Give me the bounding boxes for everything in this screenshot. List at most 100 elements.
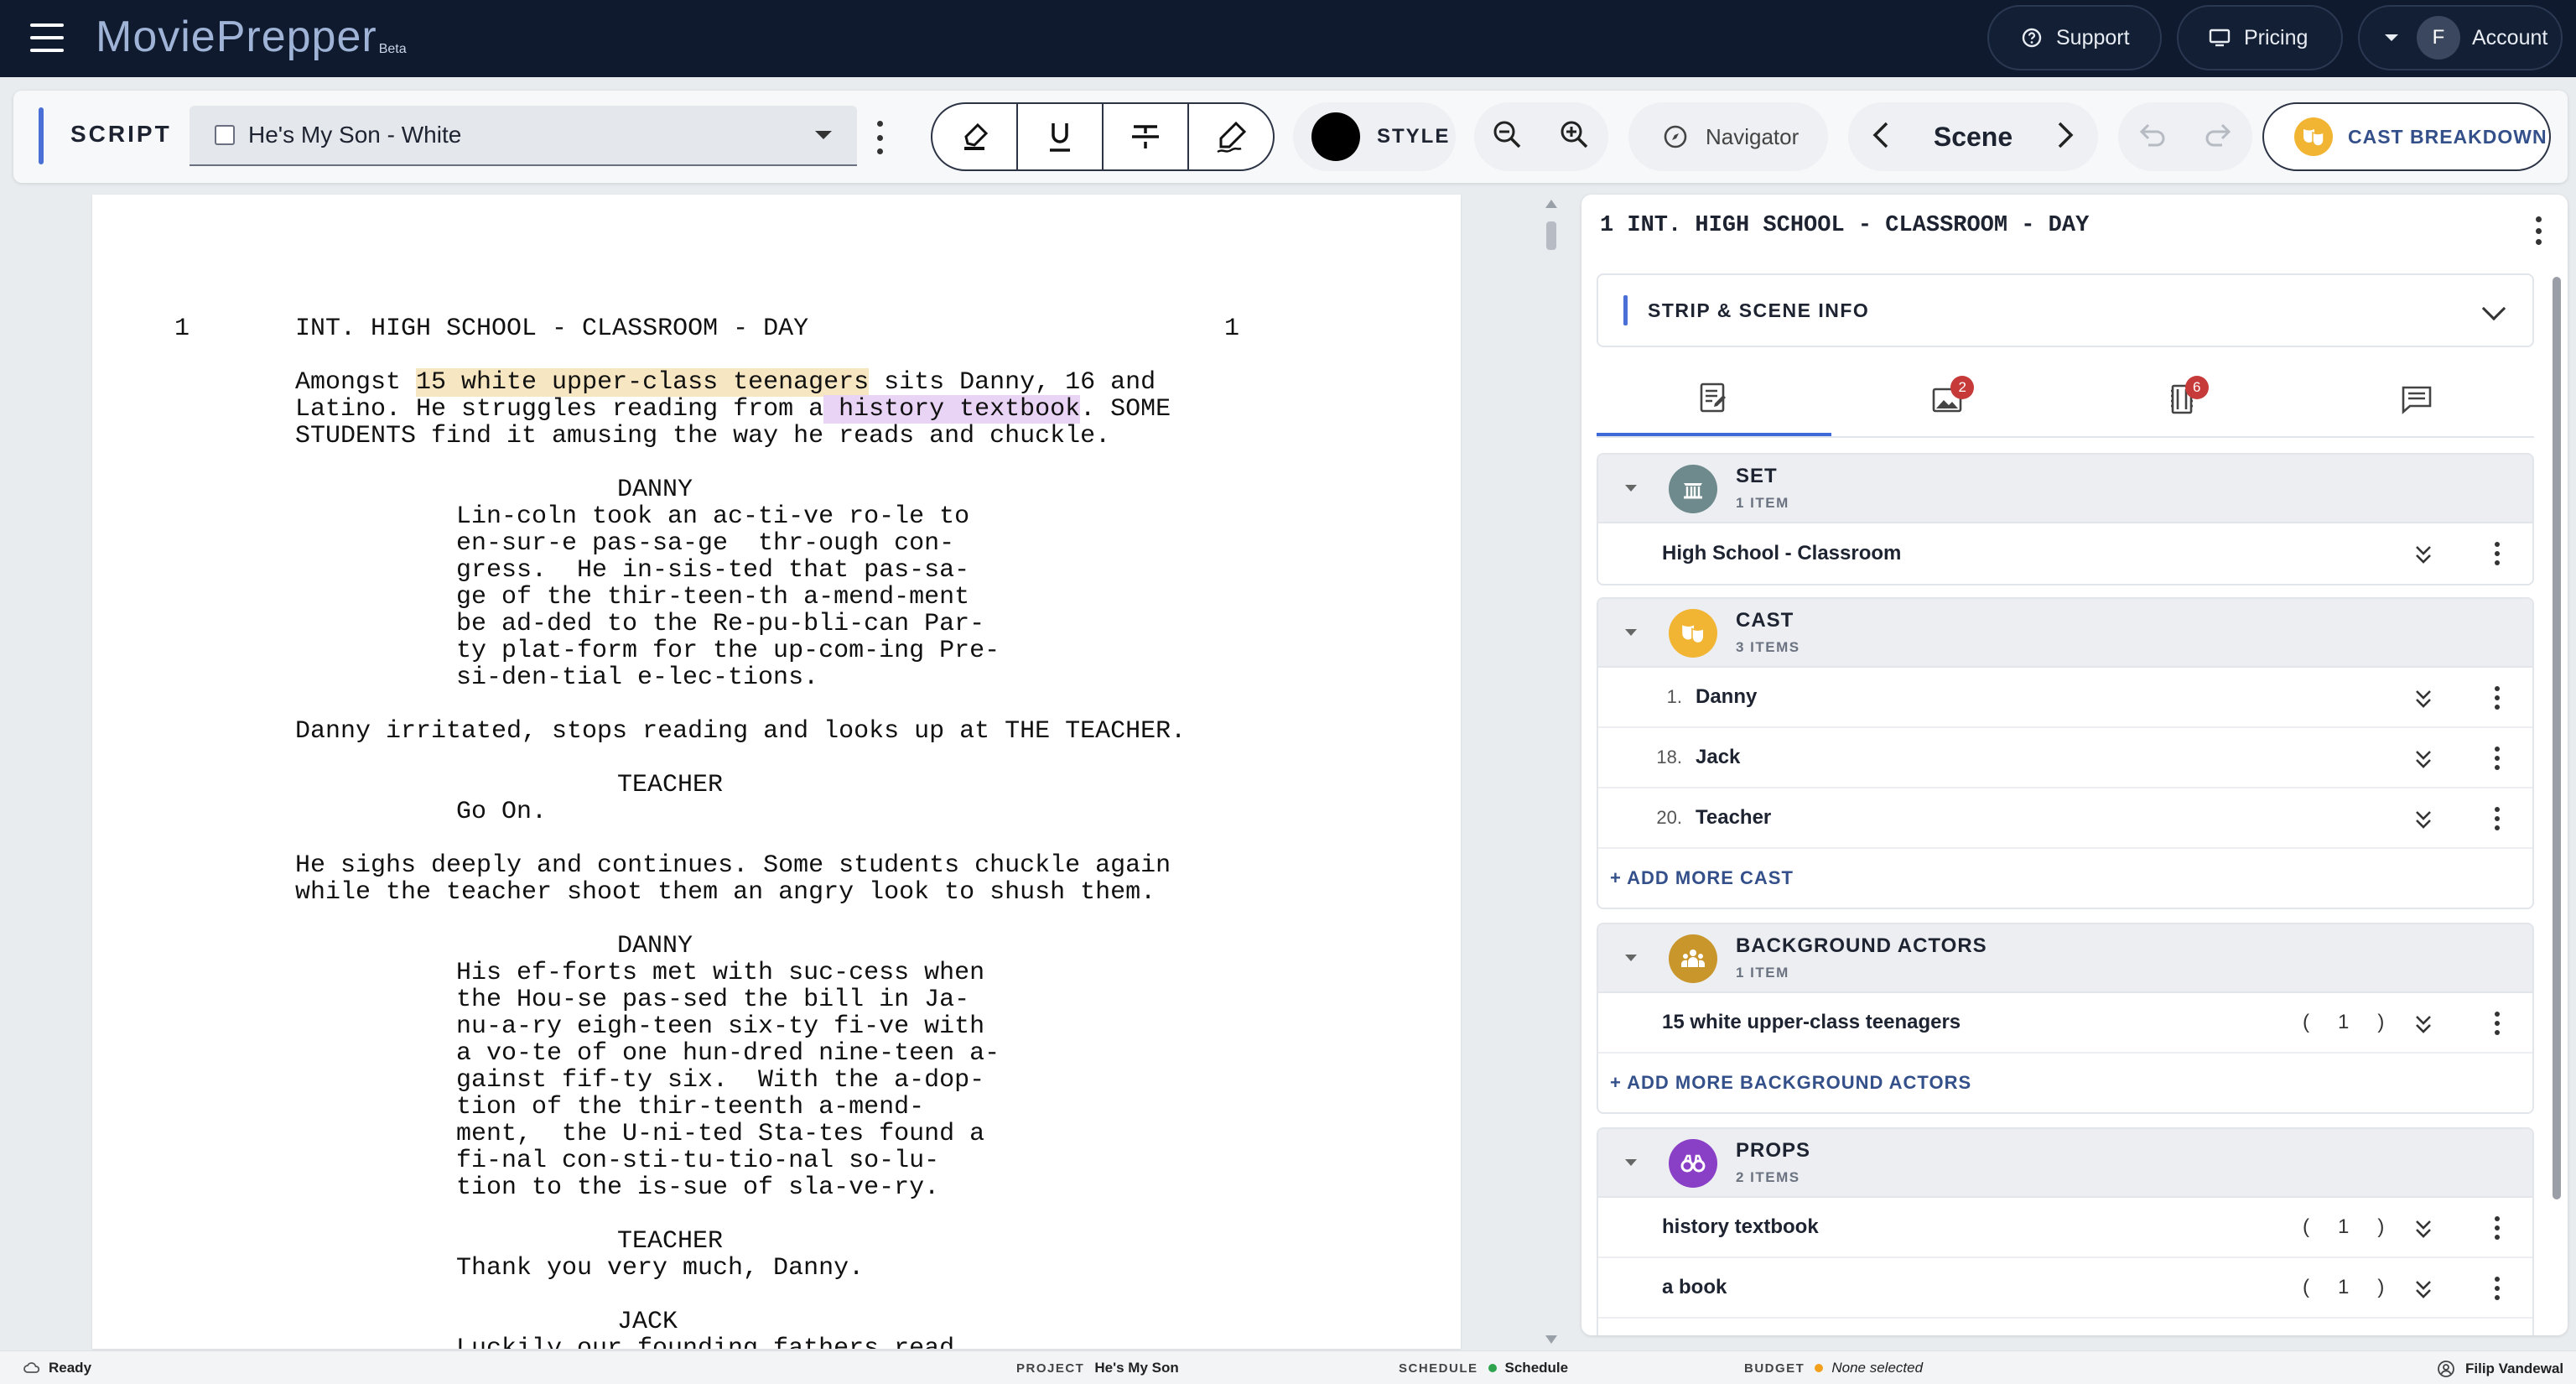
scrollbar-thumb[interactable]	[1546, 221, 1556, 250]
character-name[interactable]: TEACHER	[617, 772, 723, 799]
dialogue-line[interactable]: Lin-coln took an ac-ti-ve ro-le to	[456, 503, 969, 530]
app-logo[interactable]: MoviePrepper Beta	[96, 12, 407, 62]
dialogue-line[interactable]: Go On.	[456, 799, 547, 825]
chevron-double-down-icon[interactable]	[2413, 809, 2433, 830]
tab-comments[interactable]	[2300, 362, 2535, 436]
collapse-toggle-icon[interactable]	[1625, 485, 1637, 492]
status-project[interactable]: PROJECT He's My Son	[1016, 1360, 1179, 1376]
character-name[interactable]: DANNY	[617, 476, 693, 503]
prop-item[interactable]: history textbook ( 1 )	[1598, 1198, 2532, 1258]
navigator-button[interactable]: Navigator	[1628, 102, 1828, 171]
pricing-button[interactable]: Pricing	[2177, 5, 2343, 70]
dialogue-line[interactable]: ge of the thir-teen-th a-mend-ment	[456, 584, 969, 611]
undo-icon[interactable]	[2135, 120, 2168, 154]
collapse-toggle-icon[interactable]	[1625, 955, 1637, 961]
dialogue-line[interactable]: be ad-ded to the Re-pu-bli-can Par-	[456, 611, 984, 637]
status-budget[interactable]: BUDGET None selected	[1744, 1360, 1923, 1376]
dialogue-line[interactable]: nu-a-ry eigh-teen six-ty fi-ve with	[456, 1013, 984, 1040]
dialogue-line[interactable]: the Hou-se pas-sed the bill in Ja-	[456, 986, 969, 1013]
cast-breakdown-button[interactable]: CAST BREAKDOWN	[2262, 102, 2551, 171]
item-kebab-icon[interactable]	[2494, 542, 2501, 565]
collapse-toggle-icon[interactable]	[1625, 1159, 1637, 1166]
collapse-toggle-icon[interactable]	[1625, 629, 1637, 636]
chevron-double-down-icon[interactable]	[2413, 688, 2433, 710]
status-schedule[interactable]: SCHEDULE Schedule	[1399, 1360, 1568, 1376]
dialogue-line[interactable]: tion to the is-sue of sla-ve-ry.	[456, 1174, 939, 1201]
character-name[interactable]: JACK	[617, 1309, 678, 1335]
highlight-button[interactable]	[932, 104, 1018, 169]
dialogue-line[interactable]: ment, the U-ni-ted Sta-tes found a	[456, 1121, 984, 1147]
chevron-double-down-icon[interactable]	[2413, 748, 2433, 770]
quantity-display[interactable]: ( 1 )	[2303, 1276, 2384, 1299]
pen-button[interactable]	[1189, 104, 1273, 169]
dialogue-line[interactable]: si-den-tial e-lec-tions.	[456, 664, 818, 691]
script-checkbox[interactable]	[215, 125, 235, 145]
redo-icon[interactable]	[2202, 120, 2236, 154]
style-button[interactable]: STYLE	[1293, 102, 1456, 171]
script-page[interactable]: 1 INT. HIGH SCHOOL - CLASSROOM - DAY 1 A…	[92, 195, 1461, 1349]
script-select[interactable]: He's My Son - White	[190, 106, 857, 166]
chevron-down-icon[interactable]	[2481, 296, 2506, 321]
cast-item[interactable]: 1. Danny	[1598, 668, 2532, 728]
item-kebab-icon[interactable]	[2494, 1277, 2501, 1300]
cast-item[interactable]: 18. Jack	[1598, 728, 2532, 788]
dialogue-line[interactable]: Luckily our founding fathers read	[456, 1335, 954, 1349]
chevron-double-down-icon[interactable]	[2413, 544, 2433, 565]
tab-breakdown[interactable]	[1597, 362, 1831, 436]
strikethrough-button[interactable]	[1104, 104, 1189, 169]
character-name[interactable]: DANNY	[617, 933, 693, 960]
account-button[interactable]: F Account	[2358, 5, 2563, 70]
prop-item[interactable]: a book ( 1 )	[1598, 1258, 2532, 1319]
character-name[interactable]: TEACHER	[617, 1228, 723, 1255]
status-user[interactable]: Filip Vandewal	[2437, 1360, 2563, 1378]
zoom-out-icon[interactable]	[1491, 118, 1524, 156]
script-scrollbar[interactable]	[1543, 198, 1560, 1345]
action-line[interactable]: Amongst 15 white upper-class teenagers s…	[295, 368, 1156, 397]
dialogue-line[interactable]: fi-nal con-sti-tu-tio-nal so-lu-	[456, 1147, 939, 1174]
panel-scrollbar-thumb[interactable]	[2553, 277, 2561, 1199]
action-line[interactable]: Danny irritated, stops reading and looks…	[295, 718, 1186, 745]
chevron-left-icon[interactable]	[1868, 118, 1893, 156]
support-button[interactable]: Support	[1987, 5, 2162, 70]
item-kebab-icon[interactable]	[2494, 747, 2501, 770]
dialogue-line[interactable]: ty plat-form for the up-com-ing Pre-	[456, 637, 1000, 664]
dialogue-line[interactable]: His ef-forts met with suc-cess when	[456, 960, 984, 986]
quantity-display[interactable]: ( 1 )	[2303, 1011, 2384, 1034]
background-actor-highlight[interactable]: 15 white upper-class teenagers	[416, 368, 870, 397]
action-line[interactable]: while the teacher shoot them an angry lo…	[295, 879, 1156, 906]
cast-section-header[interactable]: CAST 3 ITEMS	[1598, 599, 2532, 668]
item-kebab-icon[interactable]	[2494, 686, 2501, 710]
cast-item[interactable]: 20. Teacher	[1598, 788, 2532, 849]
tab-scenes[interactable]: 6	[2065, 362, 2300, 436]
zoom-in-icon[interactable]	[1558, 118, 1592, 156]
chevron-double-down-icon[interactable]	[2413, 1278, 2433, 1300]
set-section-header[interactable]: SET 1 ITEM	[1598, 455, 2532, 523]
strip-scene-info-header[interactable]: STRIP & SCENE INFO	[1597, 273, 2534, 347]
chevron-double-down-icon[interactable]	[2413, 1218, 2433, 1240]
background-section-header[interactable]: BACKGROUND ACTORS 1 ITEM	[1598, 924, 2532, 993]
scroll-down-icon[interactable]	[1545, 1335, 1557, 1344]
dialogue-line[interactable]: en-sur-e pas-sa-ge thr-ough con-	[456, 530, 954, 557]
menu-icon[interactable]	[30, 23, 64, 52]
script-options-kebab-icon[interactable]	[875, 121, 884, 154]
item-kebab-icon[interactable]	[2494, 1012, 2501, 1035]
action-line[interactable]: STUDENTS find it amusing the way he read…	[295, 423, 1110, 450]
quantity-display[interactable]: ( 1 )	[2303, 1215, 2384, 1239]
action-line[interactable]: He sighs deeply and continues. Some stud…	[295, 852, 1171, 879]
dialogue-line[interactable]: gress. He in-sis-ted that pas-sa-	[456, 557, 969, 584]
prop-highlight[interactable]: history textbook	[823, 395, 1081, 424]
scroll-up-icon[interactable]	[1545, 200, 1557, 208]
tab-images[interactable]: 2	[1831, 362, 2066, 436]
dialogue-line[interactable]: Thank you very much, Danny.	[456, 1255, 864, 1282]
dialogue-line[interactable]: gainst fif-ty six. With the a-dop-	[456, 1067, 984, 1094]
item-kebab-icon[interactable]	[2494, 807, 2501, 830]
dialogue-line[interactable]: tion of the thir-teenth a-mend-	[456, 1094, 924, 1121]
underline-button[interactable]	[1018, 104, 1104, 169]
add-more-cast-link[interactable]: + ADD MORE CAST	[1598, 849, 2532, 908]
chevron-double-down-icon[interactable]	[2413, 1013, 2433, 1035]
action-line[interactable]: Latino. He struggles reading from a hist…	[295, 395, 1171, 424]
scene-heading[interactable]: INT. HIGH SCHOOL - CLASSROOM - DAY	[295, 315, 808, 342]
props-section-header[interactable]: PROPS 2 ITEMS	[1598, 1129, 2532, 1198]
dialogue-line[interactable]: a vo-te of one hun-dred nine-teen a-	[456, 1040, 1000, 1067]
background-actor-item[interactable]: 15 white upper-class teenagers ( 1 )	[1598, 993, 2532, 1054]
